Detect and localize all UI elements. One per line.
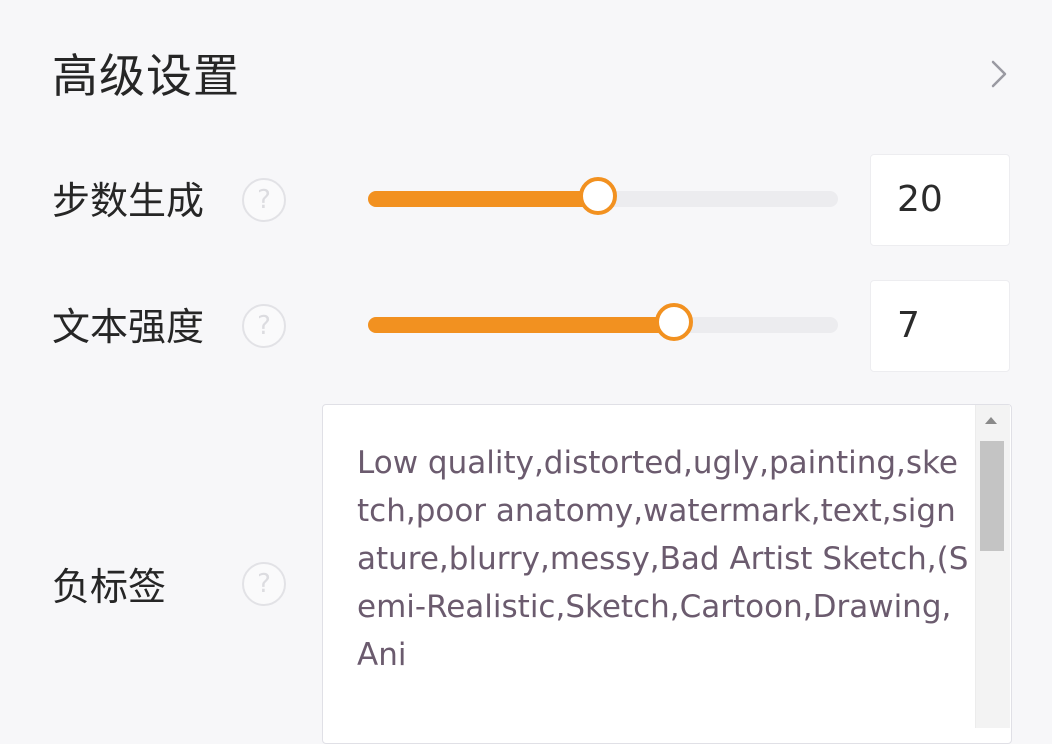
question-circle-icon[interactable]: ?	[242, 178, 286, 222]
chevron-right-icon[interactable]	[984, 58, 1012, 90]
scrollbar-thumb[interactable]	[980, 441, 1004, 551]
negative-tags-label: 负标签	[52, 565, 167, 609]
steps-slider[interactable]	[368, 177, 838, 215]
advanced-settings-panel: 高级设置 步数生成 ? 20 文本强度 ? 7 负标签 ? Low qualit…	[0, 0, 1052, 744]
help-glyph: ?	[257, 185, 271, 215]
slider-thumb[interactable]	[579, 177, 617, 215]
question-circle-icon[interactable]: ?	[242, 304, 286, 348]
help-glyph: ?	[257, 569, 271, 599]
scroll-up-arrow-icon[interactable]	[985, 417, 997, 424]
question-circle-icon[interactable]: ?	[242, 562, 286, 606]
text-strength-slider[interactable]	[368, 303, 838, 341]
textarea-scrollbar[interactable]	[975, 405, 1010, 728]
help-glyph: ?	[257, 311, 271, 341]
negative-tags-textarea[interactable]: Low quality,distorted,ugly,painting,sket…	[322, 404, 1012, 744]
negative-tags-text: Low quality,distorted,ugly,painting,sket…	[357, 445, 969, 673]
section-title: 高级设置	[52, 49, 240, 103]
slider-fill	[368, 191, 598, 207]
text-strength-value-input[interactable]: 7	[870, 280, 1010, 372]
slider-fill	[368, 317, 674, 333]
steps-value-input[interactable]: 20	[870, 154, 1010, 246]
slider-thumb[interactable]	[655, 303, 693, 341]
steps-label: 步数生成	[52, 179, 205, 223]
text-strength-label: 文本强度	[52, 305, 205, 349]
